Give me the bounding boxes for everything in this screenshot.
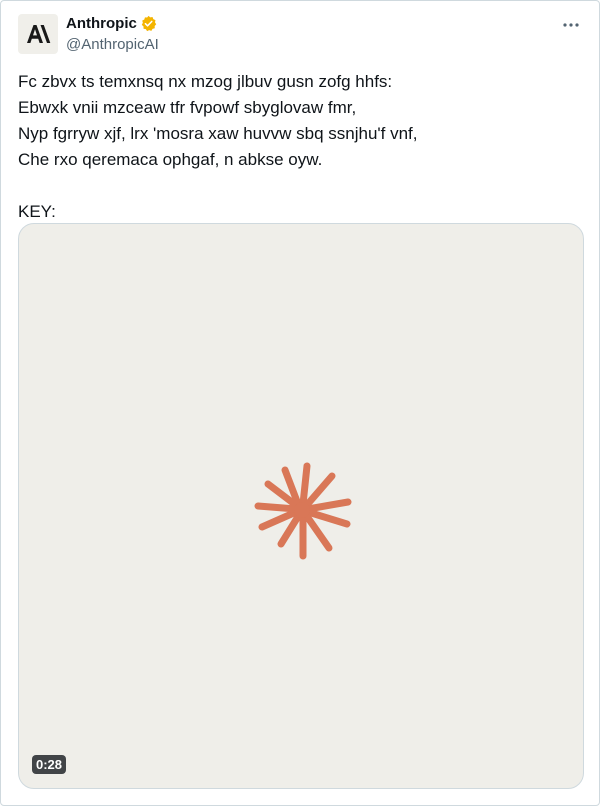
video-player[interactable]: 0:28 (18, 223, 584, 789)
asterisk-burst-icon (254, 462, 352, 560)
tweet-text: Fc zbvx ts temxnsq nx mzog jlbuv gusn zo… (18, 72, 418, 221)
more-horizontal-icon (563, 23, 579, 27)
handle[interactable]: @AnthropicAI (66, 35, 159, 54)
display-name[interactable]: Anthropic (66, 14, 137, 33)
avatar[interactable] (18, 14, 58, 54)
tweet-card: Anthropic @AnthropicAI Fc zbvx ts temxns… (0, 0, 600, 806)
verified-badge-icon (141, 15, 157, 32)
video-duration-badge: 0:28 (32, 755, 67, 774)
author-info: Anthropic @AnthropicAI (66, 14, 159, 54)
anthropic-logo-icon (27, 25, 51, 43)
more-options-button[interactable] (559, 13, 583, 37)
